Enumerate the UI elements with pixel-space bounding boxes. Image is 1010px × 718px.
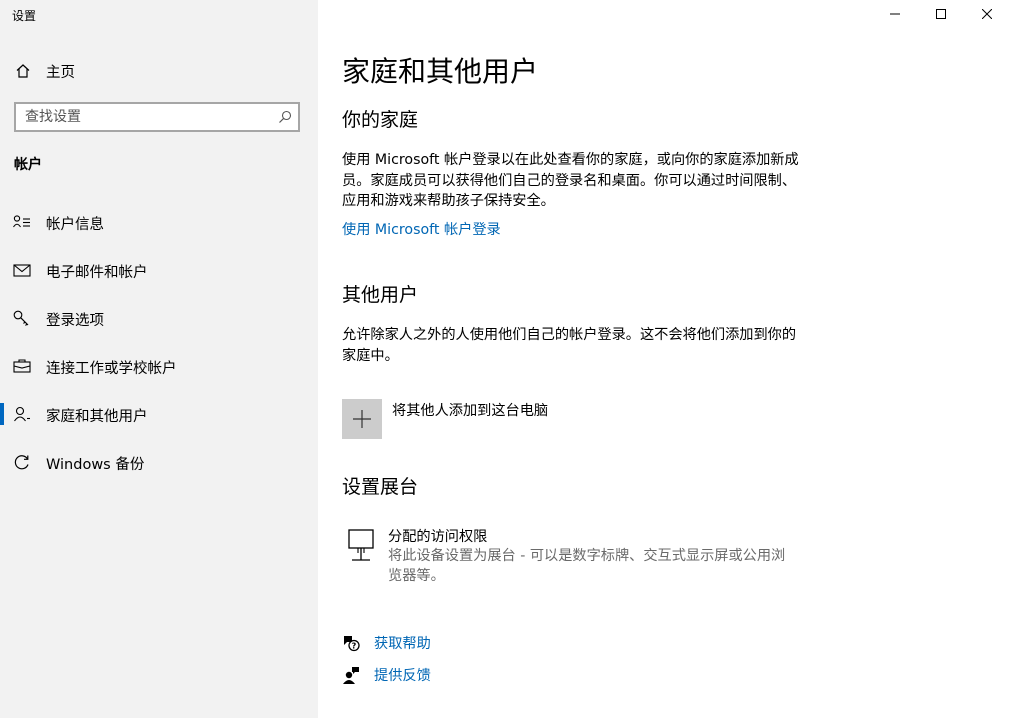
minimize-icon [890, 13, 900, 15]
home-nav-item[interactable]: 主页 [0, 54, 318, 88]
other-users-description: 允许除家人之外的人使用他们自己的帐户登录。这不会将他们添加到你的家庭中。 [342, 327, 797, 364]
microsoft-sign-in-link[interactable]: 使用 Microsoft 帐户登录 [342, 219, 501, 239]
sidebar-item-label: 连接工作或学校帐户 [46, 361, 177, 377]
key-icon [13, 310, 29, 326]
plus-icon [353, 410, 371, 428]
sidebar-item-label: 登录选项 [46, 313, 104, 329]
kiosk-icon [348, 529, 374, 561]
close-icon [982, 9, 992, 19]
sidebar-item-email-accounts[interactable]: 电子邮件和帐户 [0, 250, 318, 290]
kiosk-heading: 设置展台 [342, 476, 419, 498]
sidebar-item-label: 家庭和其他用户 [46, 409, 148, 425]
sidebar-item-family-other-users[interactable]: 家庭和其他用户 [0, 394, 318, 434]
maximize-button[interactable] [918, 0, 964, 28]
sidebar-item-label: Windows 备份 [46, 457, 145, 473]
sidebar-item-windows-backup[interactable]: Windows 备份 [0, 442, 318, 482]
family-description: 使用 Microsoft 帐户登录以在此处查看你的家庭，或向你的家庭添加新成员。… [342, 152, 799, 209]
minimize-button[interactable] [872, 0, 918, 28]
home-icon [16, 64, 30, 78]
family-heading: 你的家庭 [342, 109, 419, 131]
account-info-icon [13, 215, 30, 228]
page-title: 家庭和其他用户 [342, 55, 539, 88]
active-indicator [0, 403, 4, 425]
sync-icon [14, 455, 29, 470]
svg-text:?: ? [352, 642, 357, 651]
search-input[interactable] [16, 104, 275, 130]
maximize-icon [936, 9, 946, 19]
assigned-access-title: 分配的访问权限 [388, 529, 488, 545]
assigned-access-item[interactable]: 分配的访问权限 将此设备设置为展台 - 可以是数字标牌、交互式显示屏或公用浏览器… [342, 525, 802, 589]
sidebar-item-work-school[interactable]: 连接工作或学校帐户 [0, 346, 318, 386]
briefcase-icon [13, 359, 31, 373]
add-other-user-label: 将其他人添加到这台电脑 [392, 403, 549, 419]
get-help-label: 获取帮助 [374, 636, 431, 652]
sidebar-item-account-info[interactable]: 帐户信息 [0, 202, 318, 242]
sidebar-section-heading: 帐户 [14, 157, 42, 173]
main-content: 家庭和其他用户 你的家庭 使用 Microsoft 帐户登录以在此处查看你的家庭… [318, 0, 1010, 718]
feedback-icon [343, 667, 359, 684]
search-icon[interactable] [278, 110, 292, 124]
sidebar-item-label: 电子邮件和帐户 [46, 265, 148, 281]
give-feedback-label: 提供反馈 [374, 668, 431, 684]
home-label: 主页 [46, 65, 75, 81]
search-box[interactable] [14, 102, 300, 132]
add-tile [342, 399, 382, 439]
sidebar-item-sign-in-options[interactable]: 登录选项 [0, 298, 318, 338]
app-title: 设置 [12, 9, 37, 23]
assigned-access-description: 将此设备设置为展台 - 可以是数字标牌、交互式显示屏或公用浏览器等。 [388, 548, 786, 584]
person-icon [14, 406, 30, 422]
window-controls [872, 0, 1010, 28]
other-users-heading: 其他用户 [342, 284, 419, 306]
close-button[interactable] [964, 0, 1010, 28]
mail-icon [13, 264, 31, 277]
sidebar: 设置 主页 帐户 帐户信息 电子邮件和帐户 [0, 0, 318, 718]
add-other-user-button[interactable]: 将其他人添加到这台电脑 [342, 399, 642, 439]
sidebar-item-label: 帐户信息 [46, 217, 104, 233]
help-icon: ? [344, 636, 360, 652]
